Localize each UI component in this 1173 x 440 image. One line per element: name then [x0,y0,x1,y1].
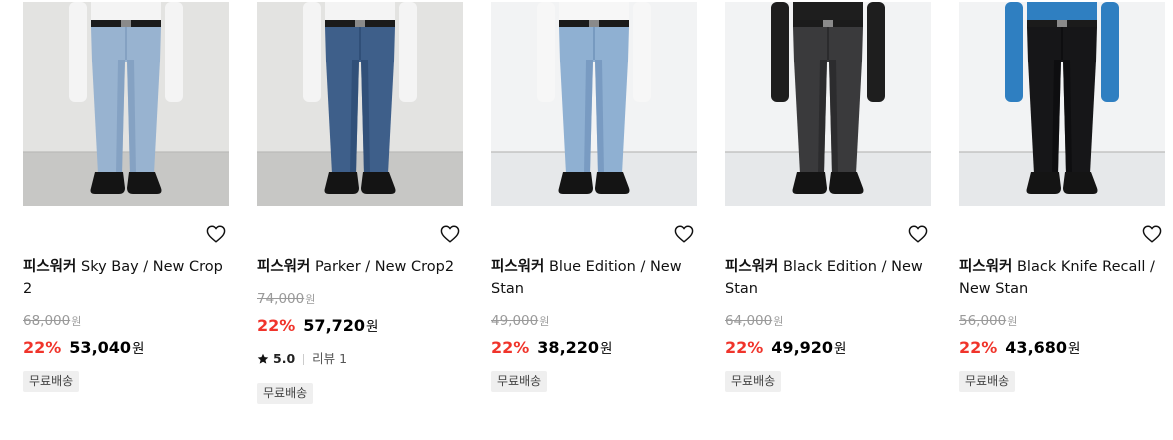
photo-floor [491,152,697,206]
currency-unit: 원 [366,319,379,335]
currency-unit: 원 [834,341,847,357]
arm-left [1005,2,1023,102]
free-shipping-badge: 무료배송 [23,371,80,392]
sale-price: 22% 57,720원 [257,316,378,337]
arm-right [1101,2,1119,102]
shoe-left [324,172,359,194]
product-card[interactable]: 피스워커 Blue Edition / New Stan 49,000원 22%… [491,0,697,440]
product-title[interactable]: 피스워커 Black Edition / New Stan [725,256,931,300]
sale-price: 22% 53,040원 [23,338,144,359]
star-icon [257,353,269,364]
product-title[interactable]: 피스워커 Sky Bay / New Crop 2 [23,256,229,300]
review-count[interactable]: 리뷰 1 [312,350,347,368]
currency-unit: 원 [773,315,784,328]
product-brand: 피스워커 [725,259,779,275]
sale-price-value: 57,720 [303,316,366,335]
sale-price-value: 38,220 [537,338,600,357]
heart-icon[interactable] [674,225,694,243]
discount-rate: 22% [491,338,530,357]
product-name: Parker / New Crop2 [314,259,455,275]
divider [303,353,305,365]
product-title[interactable]: 피스워커 Blue Edition / New Stan [491,256,697,300]
product-card[interactable]: 피스워커 Black Edition / New Stan 64,000원 22… [725,0,931,440]
currency-unit: 원 [132,341,145,357]
arm-left [771,2,789,102]
arm-right [633,2,651,102]
arm-right [165,2,183,102]
discount-rate: 22% [959,338,998,357]
sale-price-value: 43,680 [1005,338,1068,357]
photo-floor [959,152,1165,206]
heart-icon[interactable] [440,225,460,243]
currency-unit: 원 [71,315,82,328]
product-brand: 피스워커 [257,259,311,275]
original-price-value: 49,000 [491,313,539,329]
original-price: 68,000원 [23,313,81,330]
currency-unit: 원 [539,315,550,328]
product-image[interactable] [959,2,1165,206]
photo-floor [23,152,229,206]
shoe-left [558,172,593,194]
discount-rate: 22% [725,338,764,357]
sale-price-value: 49,920 [771,338,834,357]
shoe-left [1026,172,1061,194]
currency-unit: 원 [1068,341,1081,357]
sale-price: 22% 43,680원 [959,338,1080,359]
heart-icon[interactable] [908,225,928,243]
currency-unit: 원 [600,341,613,357]
original-price: 64,000원 [725,313,783,330]
rating-score: 5.0 [273,351,296,366]
photo-floor [257,152,463,206]
arm-left [537,2,555,102]
product-title[interactable]: 피스워커 Black Knife Recall / New Stan [959,256,1165,300]
photo-floor [725,152,931,206]
original-price-value: 68,000 [23,313,71,329]
product-grid: 피스워커 Sky Bay / New Crop 2 68,000원 22% 53,… [0,0,1173,440]
free-shipping-badge: 무료배송 [257,383,314,404]
discount-rate: 22% [23,338,62,357]
product-image[interactable] [491,2,697,206]
shoe-left [90,172,125,194]
product-card[interactable]: 피스워커 Sky Bay / New Crop 2 68,000원 22% 53,… [23,0,229,440]
arm-right [399,2,417,102]
rating-row: 5.0 리뷰 1 [257,350,347,368]
product-image[interactable] [257,2,463,206]
original-price: 74,000원 [257,291,315,308]
product-brand: 피스워커 [959,259,1013,275]
shoe-left [792,172,827,194]
product-brand: 피스워커 [491,259,545,275]
heart-icon[interactable] [1142,225,1162,243]
sale-price: 22% 38,220원 [491,338,612,359]
product-card[interactable]: 피스워커 Black Knife Recall / New Stan 56,00… [959,0,1165,440]
product-image[interactable] [725,2,931,206]
original-price-value: 56,000 [959,313,1007,329]
arm-left [303,2,321,102]
product-title[interactable]: 피스워커 Parker / New Crop2 [257,256,463,278]
product-brand: 피스워커 [23,259,77,275]
product-image[interactable] [23,2,229,206]
free-shipping-badge: 무료배송 [725,371,782,392]
arm-right [867,2,885,102]
original-price-value: 74,000 [257,291,305,307]
sale-price-value: 53,040 [69,338,132,357]
currency-unit: 원 [305,293,316,306]
original-price-value: 64,000 [725,313,773,329]
original-price: 49,000원 [491,313,549,330]
heart-icon[interactable] [206,225,226,243]
currency-unit: 원 [1007,315,1018,328]
free-shipping-badge: 무료배송 [959,371,1016,392]
discount-rate: 22% [257,316,296,335]
arm-left [69,2,87,102]
product-card[interactable]: 피스워커 Parker / New Crop2 74,000원 22% 57,72… [257,0,463,440]
sale-price: 22% 49,920원 [725,338,846,359]
original-price: 56,000원 [959,313,1017,330]
free-shipping-badge: 무료배송 [491,371,548,392]
